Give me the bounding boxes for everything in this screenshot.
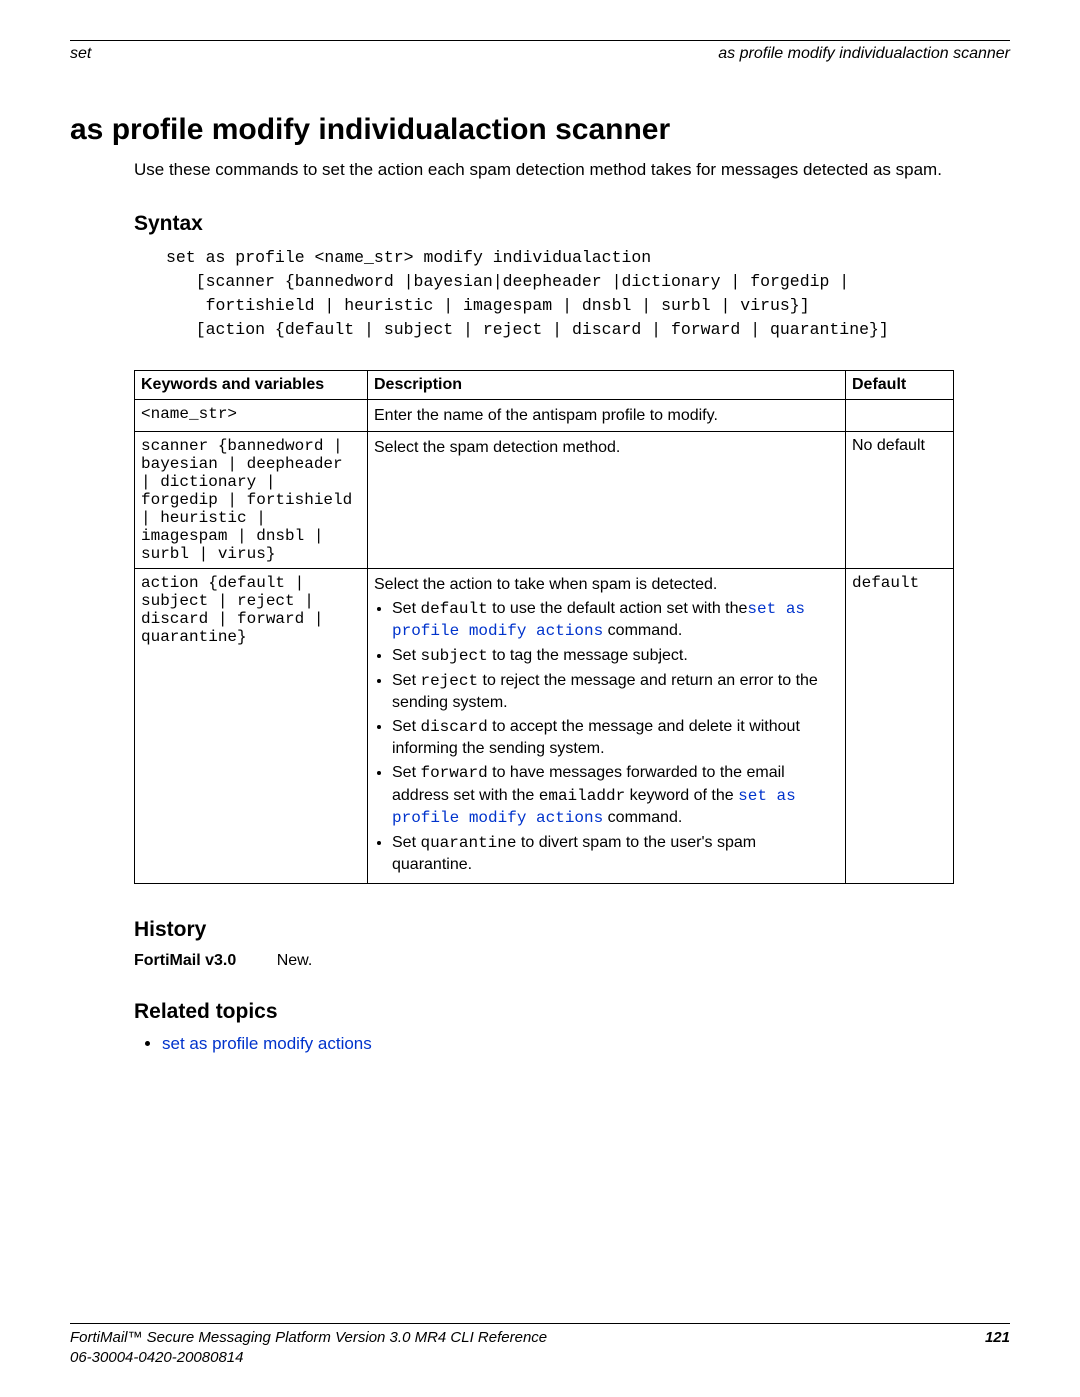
th-keywords: Keywords and variables bbox=[135, 370, 368, 399]
header-left: set bbox=[70, 45, 91, 63]
desc-bullet: Set forward to have messages forwarded t… bbox=[392, 762, 839, 830]
footer-line1: FortiMail™ Secure Messaging Platform Ver… bbox=[70, 1329, 547, 1346]
page-title: as profile modify individualaction scann… bbox=[70, 113, 1010, 147]
cell-description: Enter the name of the antispam profile t… bbox=[368, 399, 846, 432]
desc-bullet: Set default to use the default action se… bbox=[392, 598, 839, 643]
table-row: scanner {bannedword | bayesian | deephea… bbox=[135, 432, 954, 569]
intro-paragraph: Use these commands to set the action eac… bbox=[134, 159, 1010, 182]
th-description: Description bbox=[368, 370, 846, 399]
history-note: New. bbox=[277, 952, 313, 969]
desc-bullet: Set discard to accept the message and de… bbox=[392, 716, 839, 760]
footer-text: FortiMail™ Secure Messaging Platform Ver… bbox=[70, 1328, 547, 1367]
history-heading: History bbox=[134, 918, 1010, 942]
syntax-code: set as profile <name_str> modify individ… bbox=[166, 246, 1010, 342]
page: set as profile modify individualaction s… bbox=[0, 0, 1080, 1397]
header-rule bbox=[70, 40, 1010, 41]
inline-code: default bbox=[420, 600, 487, 618]
related-heading: Related topics bbox=[134, 1000, 1010, 1024]
desc-bullet: Set subject to tag the message subject. bbox=[392, 645, 839, 668]
inline-code: reject bbox=[420, 672, 478, 690]
footer-line2: 06-30004-0420-20080814 bbox=[70, 1349, 244, 1366]
cell-keyword: scanner {bannedword | bayesian | deephea… bbox=[135, 432, 368, 569]
related-item: set as profile modify actions bbox=[162, 1034, 1010, 1054]
syntax-heading: Syntax bbox=[134, 212, 1010, 236]
cell-default bbox=[846, 399, 954, 432]
inline-code: subject bbox=[420, 647, 487, 665]
cell-default: No default bbox=[846, 432, 954, 569]
footer-rule bbox=[70, 1323, 1010, 1324]
desc-bullet: Set reject to reject the message and ret… bbox=[392, 670, 839, 714]
history-entry: FortiMail v3.0 New. bbox=[134, 952, 1010, 970]
history-version: FortiMail v3.0 bbox=[134, 952, 236, 969]
inline-code: forward bbox=[420, 764, 487, 782]
running-header: set as profile modify individualaction s… bbox=[70, 45, 1010, 63]
th-default: Default bbox=[846, 370, 954, 399]
cell-keyword: action {default | subject | reject | dis… bbox=[135, 569, 368, 884]
desc-bullet: Set quarantine to divert spam to the use… bbox=[392, 832, 839, 876]
inline-code: emailaddr bbox=[539, 787, 625, 805]
related-list: set as profile modify actions bbox=[148, 1034, 1010, 1054]
cell-default: default bbox=[846, 569, 954, 884]
table-row: <name_str>Enter the name of the antispam… bbox=[135, 399, 954, 432]
table-header-row: Keywords and variables Description Defau… bbox=[135, 370, 954, 399]
cell-keyword: <name_str> bbox=[135, 399, 368, 432]
inline-code: quarantine bbox=[420, 834, 516, 852]
keywords-table: Keywords and variables Description Defau… bbox=[134, 370, 954, 884]
table-row: action {default | subject | reject | dis… bbox=[135, 569, 954, 884]
related-link[interactable]: set as profile modify actions bbox=[162, 1034, 372, 1053]
cell-description: Select the spam detection method. bbox=[368, 432, 846, 569]
header-right: as profile modify individualaction scann… bbox=[718, 45, 1010, 63]
cell-description: Select the action to take when spam is d… bbox=[368, 569, 846, 884]
inline-code: discard bbox=[420, 718, 487, 736]
footer: FortiMail™ Secure Messaging Platform Ver… bbox=[70, 1323, 1010, 1367]
footer-page-number: 121 bbox=[985, 1328, 1010, 1367]
